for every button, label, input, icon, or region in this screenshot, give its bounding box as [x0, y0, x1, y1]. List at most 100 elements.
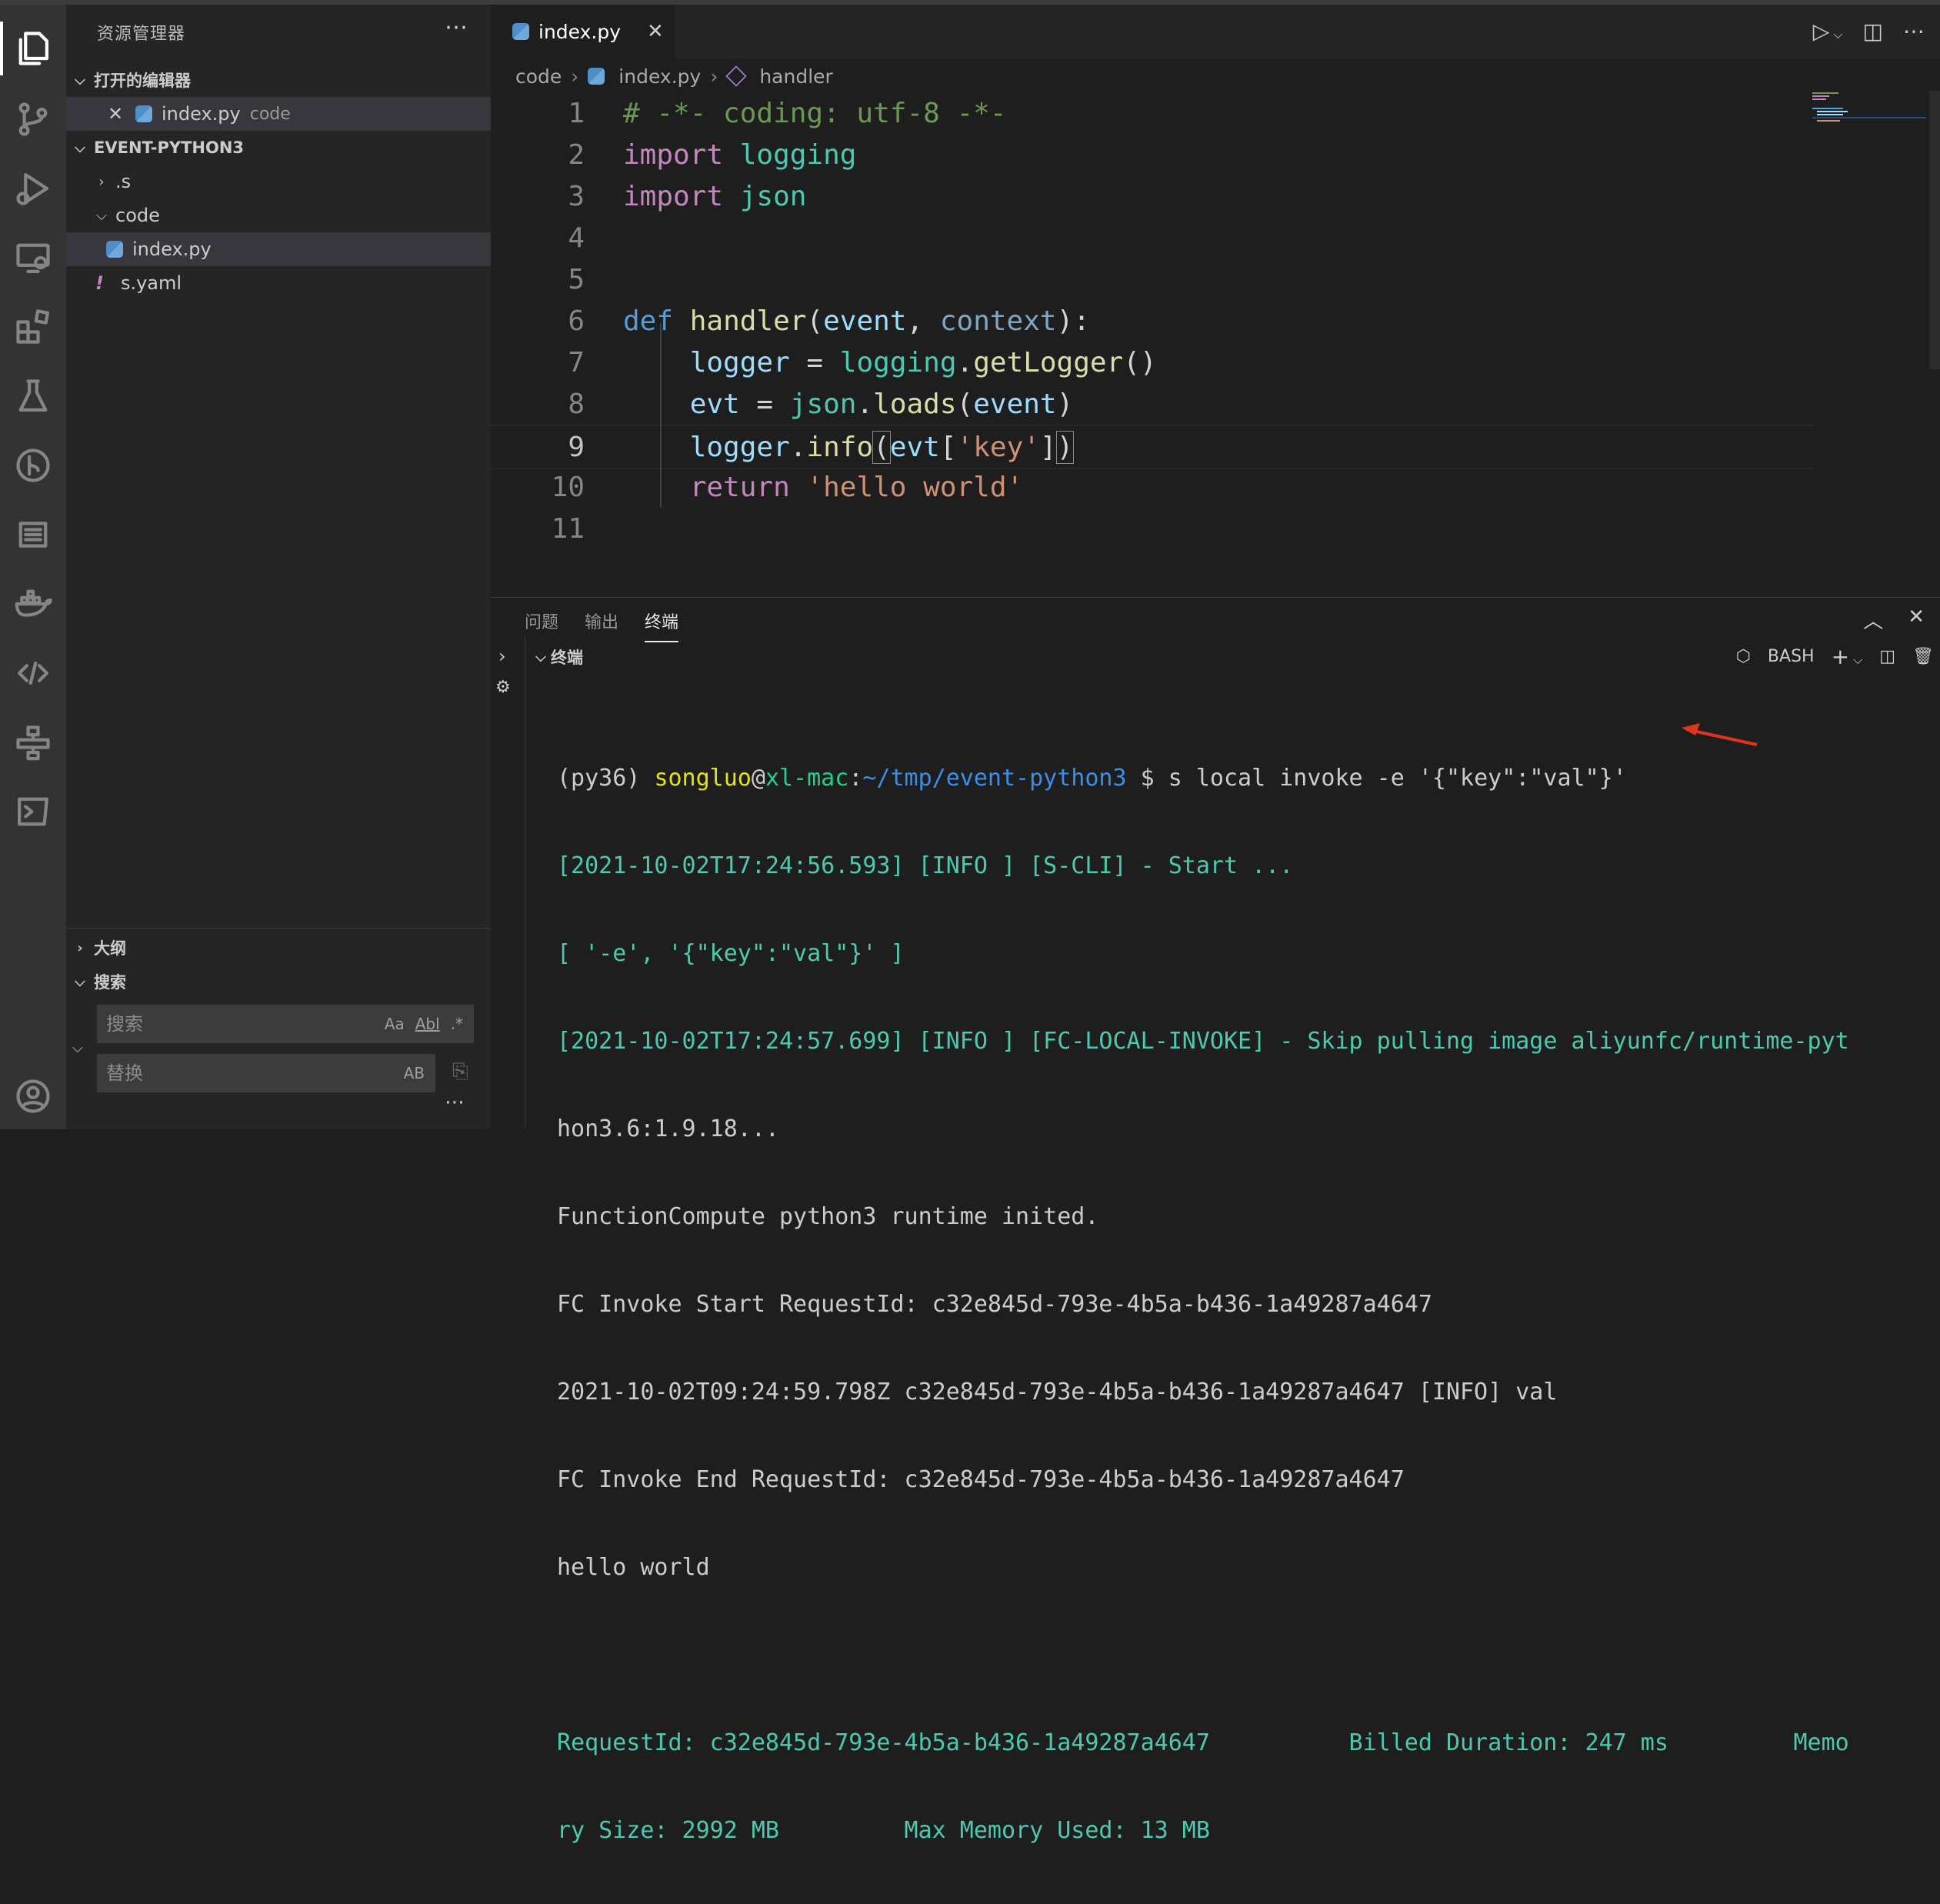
- more-search-options-icon[interactable]: ⋯: [445, 1091, 465, 1114]
- serverless-icon[interactable]: [0, 709, 66, 775]
- tree-item-s-folder[interactable]: › .s: [66, 165, 491, 198]
- chevron-right-icon[interactable]: ›: [498, 645, 506, 667]
- replace-all-icon[interactable]: ⎘: [452, 1060, 468, 1084]
- chevron-down-icon: ⌵: [75, 72, 85, 88]
- run-debug-icon[interactable]: [0, 155, 66, 222]
- project-header[interactable]: ⌵ EVENT-PYTHON3: [66, 131, 491, 165]
- breadcrumb-folder[interactable]: code: [515, 65, 562, 88]
- code-text: evt = json.loads(event): [689, 388, 1074, 420]
- terminal-line: hon3.6:1.9.18...: [557, 1115, 779, 1142]
- more-actions-icon[interactable]: ⋯: [1903, 18, 1925, 44]
- breadcrumb-file[interactable]: index.py: [618, 65, 701, 88]
- git-graph-icon[interactable]: [0, 432, 66, 499]
- terminal-line: FunctionCompute python3 runtime inited.: [557, 1203, 1099, 1230]
- explorer-icon[interactable]: [0, 15, 66, 82]
- regex-toggle[interactable]: .*: [451, 1015, 463, 1033]
- terminal-panel-icon[interactable]: [0, 779, 66, 845]
- python-file-icon: [588, 68, 605, 85]
- terminal-group-header[interactable]: ⌵ 终端: [531, 645, 583, 669]
- extensions-icon[interactable]: [0, 294, 66, 360]
- code-text: logger = logging.getLogger(): [689, 346, 1157, 378]
- prompt-at: @: [751, 765, 765, 792]
- prompt-env: (py36): [557, 765, 655, 792]
- terminal-label: 终端: [551, 649, 583, 667]
- prompt-colon: :: [848, 765, 863, 792]
- code-editor[interactable]: 1 # -*- coding: utf-8 -*- 2 import loggi…: [491, 92, 1940, 592]
- match-word-toggle[interactable]: Abl: [415, 1015, 440, 1033]
- code-line: 6 def handler(event, context):: [491, 300, 1814, 342]
- code-text: import logging: [623, 138, 857, 171]
- code-line-current: 9 logger.info(evt['key']): [491, 425, 1814, 469]
- code-line: 5: [491, 258, 1814, 300]
- split-editor-icon[interactable]: ◫: [1863, 18, 1883, 44]
- code-comment: # -*- coding: utf-8 -*-: [623, 97, 1007, 129]
- panel-actions: ︿ ✕: [1863, 605, 1925, 634]
- remote-explorer-icon[interactable]: [0, 225, 66, 291]
- yaml-file-icon: !: [95, 272, 104, 294]
- tree-item-s-yaml[interactable]: ! s.yaml: [66, 266, 491, 300]
- tab-terminal[interactable]: 终端: [645, 609, 679, 642]
- replace-input[interactable]: [97, 1055, 404, 1091]
- bottom-panel: 问题 输出 终端 ︿ ✕ › ⚙ ⌵ 终端 ⬡ BASH + ⌵ ◫ 🗑 (py…: [491, 597, 1940, 1844]
- open-editor-item[interactable]: ✕ index.py code: [66, 97, 491, 131]
- close-panel-icon[interactable]: ✕: [1908, 605, 1925, 634]
- prompt-command: $ s local invoke -e '{"key":"val"}': [1126, 765, 1627, 792]
- code-line: 4: [491, 217, 1814, 258]
- code-line: 7 logger = logging.getLogger(): [491, 342, 1814, 383]
- search-input[interactable]: [97, 1006, 385, 1042]
- match-case-toggle[interactable]: Aa: [385, 1015, 405, 1033]
- more-actions-icon[interactable]: ⋯: [445, 14, 468, 41]
- split-terminal-icon[interactable]: ◫: [1879, 647, 1895, 666]
- shell-label[interactable]: BASH: [1768, 647, 1815, 666]
- chevron-down-icon: ⌵: [535, 649, 546, 665]
- preserve-case-toggle[interactable]: AB: [404, 1064, 425, 1082]
- line-number: 5: [568, 263, 585, 295]
- breadcrumb-symbol[interactable]: handler: [759, 65, 832, 88]
- outline-label: 大纲: [94, 939, 126, 958]
- tab-output[interactable]: 输出: [585, 609, 618, 642]
- testing-icon[interactable]: [0, 363, 66, 429]
- api-icon[interactable]: [0, 640, 66, 706]
- close-icon[interactable]: ✕: [108, 103, 135, 125]
- editor-scrollbar[interactable]: [1929, 91, 1940, 369]
- chevron-right-icon: ›: [571, 65, 579, 88]
- tree-item-index-py[interactable]: index.py: [66, 232, 491, 266]
- terminal-line: ry Size: 2992 MB Max Memory Used: 13 MB: [557, 1817, 1210, 1844]
- line-number: 1: [568, 97, 585, 129]
- kill-terminal-icon[interactable]: 🗑: [1912, 647, 1934, 666]
- terminal-line: hello world: [557, 1554, 710, 1581]
- terminal-line: 2021-10-02T09:24:59.798Z c32e845d-793e-4…: [557, 1379, 1558, 1405]
- close-tab-icon[interactable]: ✕: [647, 20, 664, 43]
- line-number: 10: [551, 471, 585, 503]
- account-icon[interactable]: [0, 1063, 66, 1129]
- toggle-replace-icon[interactable]: ⌵: [72, 1040, 83, 1056]
- tab-problems[interactable]: 问题: [525, 609, 558, 642]
- maximize-panel-icon[interactable]: ︿: [1863, 605, 1883, 634]
- run-icon[interactable]: ▷ ⌵: [1813, 18, 1843, 44]
- outline-header[interactable]: › 大纲: [66, 931, 491, 965]
- terminal-line: [2021-10-02T17:24:56.593] [INFO ] [S-CLI…: [557, 852, 1294, 879]
- docker-icon[interactable]: [0, 571, 66, 637]
- search-header[interactable]: ⌵ 搜索: [66, 965, 491, 999]
- open-editors-header[interactable]: ⌵ 打开的编辑器: [66, 63, 491, 97]
- editor-tab-bar: index.py ✕ ▷ ⌵ ◫ ⋯: [491, 5, 1940, 58]
- source-control-icon[interactable]: [0, 86, 66, 152]
- tab-index-py[interactable]: index.py ✕: [491, 5, 675, 58]
- new-terminal-icon[interactable]: + ⌵: [1832, 644, 1863, 669]
- tree-item-code-folder[interactable]: ⌵ code: [66, 198, 491, 232]
- indent-guide: [660, 323, 662, 508]
- terminal-output[interactable]: (py36) songluo@xl-mac:~/tmp/event-python…: [557, 705, 1934, 1904]
- minimap[interactable]: [1812, 91, 1926, 137]
- list-icon[interactable]: [0, 502, 66, 568]
- tree-item-label: .s: [115, 171, 132, 192]
- code-line: 2 import logging: [491, 134, 1814, 175]
- open-editors-label: 打开的编辑器: [94, 72, 191, 90]
- terminal-side-strip: › ⚙: [491, 636, 525, 1129]
- chevron-down-icon: ⌵: [96, 207, 107, 224]
- code-text: import json: [623, 180, 807, 212]
- terminal-debug-icon[interactable]: ⚙: [495, 678, 511, 697]
- open-editor-file: index.py: [162, 103, 241, 125]
- annotation-arrow: [1682, 723, 1758, 746]
- chevron-down-icon: ⌵: [75, 139, 85, 156]
- line-number: 11: [551, 512, 585, 545]
